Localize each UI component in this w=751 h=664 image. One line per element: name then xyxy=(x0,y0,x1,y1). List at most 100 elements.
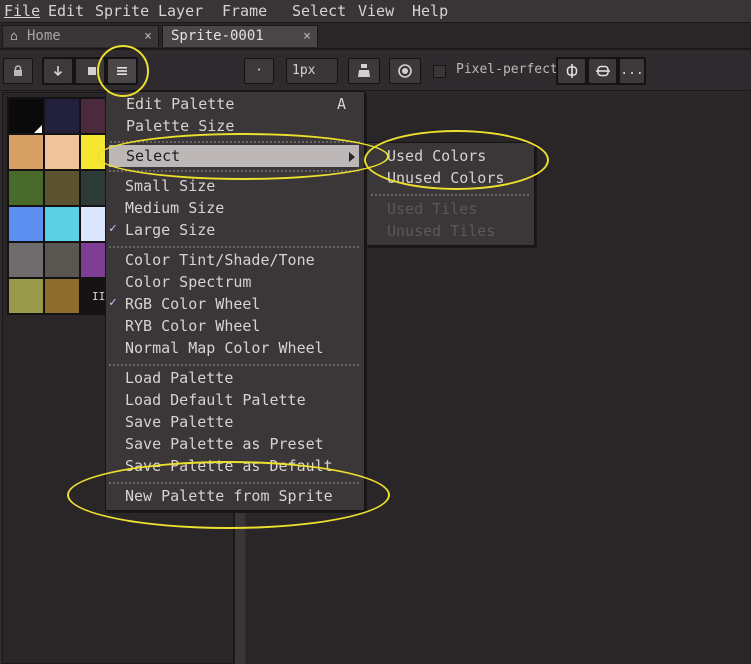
vertical-symmetry-icon xyxy=(566,64,577,78)
palette-swatch[interactable] xyxy=(9,171,43,205)
pixel-perfect-checkbox[interactable] xyxy=(433,65,446,78)
menu-frame-label: Frame xyxy=(222,2,268,20)
submenu-used-colors[interactable]: Used Colors xyxy=(387,145,486,167)
menu-sprite-label: Sprite xyxy=(95,2,150,20)
menu-color-spectrum[interactable]: Color Spectrum xyxy=(125,271,251,293)
menu-edit[interactable]: Edit xyxy=(48,1,84,21)
menu-file[interactable]: File xyxy=(4,1,40,21)
menu-save-palette-default[interactable]: Save Palette as Default xyxy=(125,455,333,477)
menu-file-label: File xyxy=(4,2,41,20)
menu-select-label: Select xyxy=(292,2,347,20)
symmetry-options-button[interactable]: ... xyxy=(619,58,645,84)
menu-edit-label: Edit xyxy=(48,2,85,20)
menu-layer[interactable]: Layer xyxy=(158,1,203,21)
menu-sprite[interactable]: Sprite xyxy=(95,1,149,21)
submenu-unused-colors[interactable]: Unused Colors xyxy=(387,167,504,189)
menu-select[interactable]: Select xyxy=(292,1,346,21)
palette-swatch[interactable] xyxy=(45,243,79,277)
palette-swatch[interactable] xyxy=(45,99,79,133)
more-options-label: ... xyxy=(620,63,644,78)
sort-icon xyxy=(88,67,96,75)
menu-save-palette[interactable]: Save Palette xyxy=(125,411,233,433)
brush-shape-label: · xyxy=(255,63,263,78)
tab-home-label: Home xyxy=(27,28,61,44)
submenu-unused-tiles: Unused Tiles xyxy=(387,222,496,240)
menu-palette-size-label: Palette Size xyxy=(126,117,235,135)
palette-menu-button[interactable] xyxy=(107,58,137,84)
submenu-arrow-icon xyxy=(349,152,355,162)
menu-select-item[interactable]: Select xyxy=(126,145,180,167)
menu-frame[interactable]: Frame xyxy=(222,1,267,21)
tab-sprite[interactable]: Sprite-0001 × xyxy=(162,25,318,47)
palette-sort-button[interactable] xyxy=(75,58,105,84)
menu-load-palette[interactable]: Load Palette xyxy=(125,367,233,389)
palette-swatch[interactable] xyxy=(9,243,43,277)
brush-size-input[interactable]: 1px xyxy=(286,58,338,84)
menu-small-size-label: Small Size xyxy=(125,177,216,195)
palette-down-button[interactable] xyxy=(43,58,73,84)
check-mark-icon: ✓ xyxy=(109,295,117,310)
tab-sprite-close-icon[interactable]: × xyxy=(303,26,311,47)
palette-resize-handle[interactable]: II xyxy=(92,290,105,303)
home-icon: ⌂ xyxy=(10,29,18,44)
tab-bar: ⌂ Home × Sprite-0001 × xyxy=(0,23,751,50)
menu-load-default-palette-label: Load Default Palette xyxy=(125,391,306,409)
horizontal-symmetry-icon xyxy=(595,65,610,77)
menu-edit-palette[interactable]: Edit Palette xyxy=(126,93,234,115)
check-mark-icon: ✓ xyxy=(109,221,117,236)
ink-type-button[interactable] xyxy=(348,58,380,84)
palette-swatch[interactable] xyxy=(45,279,79,313)
menu-rgb-wheel[interactable]: RGB Color Wheel xyxy=(125,293,260,315)
menu-normal-map-wheel[interactable]: Normal Map Color Wheel xyxy=(125,337,324,359)
menu-color-spectrum-label: Color Spectrum xyxy=(125,273,252,291)
menu-save-palette-preset-label: Save Palette as Preset xyxy=(125,435,324,453)
vertical-symmetry-button[interactable] xyxy=(557,58,586,84)
palette-swatch[interactable] xyxy=(9,135,43,169)
brush-shape-button[interactable]: · xyxy=(244,58,274,84)
opacity-button[interactable] xyxy=(389,58,421,84)
menu-separator xyxy=(109,170,359,172)
menu-ryb-wheel[interactable]: RYB Color Wheel xyxy=(125,315,260,337)
menu-help[interactable]: Help xyxy=(412,1,448,21)
pixel-perfect-label: Pixel-perfect xyxy=(456,62,558,77)
menu-save-palette-preset[interactable]: Save Palette as Preset xyxy=(125,433,324,455)
menu-view[interactable]: View xyxy=(358,1,394,21)
brush-size-value: 1px xyxy=(292,63,316,78)
tab-home[interactable]: ⌂ Home × xyxy=(2,25,159,47)
menu-palette-size[interactable]: Palette Size xyxy=(126,115,234,137)
palette-swatch[interactable] xyxy=(9,279,43,313)
opacity-icon xyxy=(398,64,412,78)
menu-save-palette-default-label: Save Palette as Default xyxy=(125,457,333,475)
palette-swatch[interactable] xyxy=(45,135,79,169)
tab-sprite-label: Sprite-0001 xyxy=(171,28,264,44)
arrow-down-icon xyxy=(53,66,63,77)
menu-small-size[interactable]: Small Size xyxy=(125,175,215,197)
menu-medium-size[interactable]: Medium Size xyxy=(125,197,224,219)
menubar: File Edit Sprite Layer Frame Select View… xyxy=(0,0,751,23)
menu-color-tint[interactable]: Color Tint/Shade/Tone xyxy=(125,249,315,271)
palette-swatch[interactable] xyxy=(9,207,43,241)
menu-edit-palette-label: Edit Palette xyxy=(126,95,235,113)
lock-icon xyxy=(14,65,22,76)
menu-help-label: Help xyxy=(412,2,449,20)
menu-separator xyxy=(110,141,360,143)
menu-separator xyxy=(109,246,359,248)
palette-swatch[interactable] xyxy=(45,207,79,241)
tab-home-close-icon[interactable]: × xyxy=(144,26,152,47)
lock-button[interactable] xyxy=(3,58,33,84)
menu-normal-map-wheel-label: Normal Map Color Wheel xyxy=(125,339,324,357)
palette-swatch[interactable] xyxy=(45,171,79,205)
submenu-separator xyxy=(371,194,529,196)
menu-layer-label: Layer xyxy=(158,2,204,20)
edit-palette-shortcut: A xyxy=(336,95,346,113)
horizontal-symmetry-button[interactable] xyxy=(588,58,617,84)
select-submenu: Used Colors Unused Colors Used Tiles Unu… xyxy=(366,142,535,246)
menu-large-size[interactable]: Large Size xyxy=(125,219,215,241)
menu-medium-size-label: Medium Size xyxy=(125,199,225,217)
selected-color-marker-icon xyxy=(34,125,42,133)
menu-ryb-wheel-label: RYB Color Wheel xyxy=(125,317,261,335)
menu-new-palette-from-sprite-label: New Palette from Sprite xyxy=(125,487,333,505)
hamburger-menu-icon xyxy=(117,67,127,75)
menu-load-default-palette[interactable]: Load Default Palette xyxy=(125,389,306,411)
menu-new-palette-from-sprite[interactable]: New Palette from Sprite xyxy=(125,485,333,507)
